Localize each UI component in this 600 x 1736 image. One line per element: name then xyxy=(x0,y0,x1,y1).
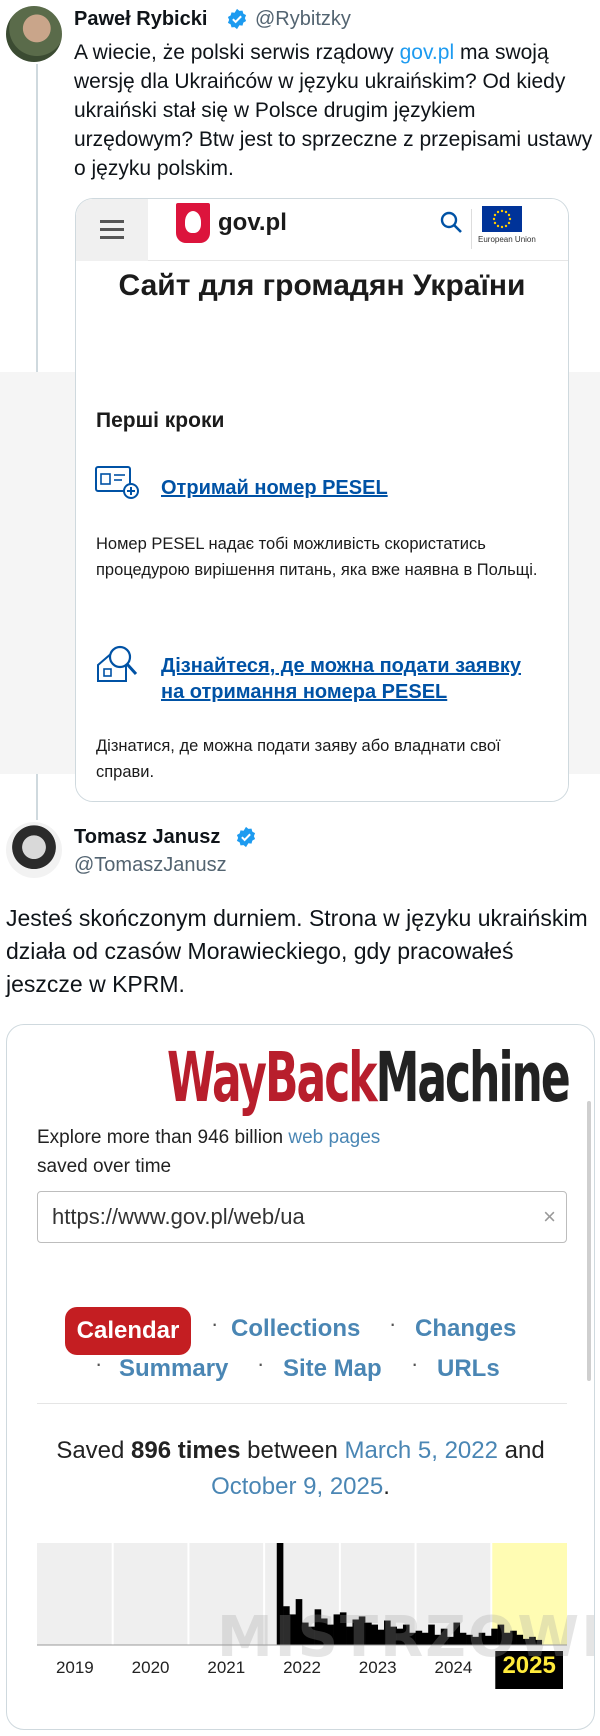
tab-collections[interactable]: Collections xyxy=(231,1315,360,1343)
govpl-header: gov.pl European Union xyxy=(76,199,568,261)
tab-changes[interactable]: Changes xyxy=(415,1315,516,1343)
avatar[interactable] xyxy=(6,822,62,878)
author-handle[interactable]: @TomaszJanusz xyxy=(74,854,227,877)
author-name[interactable]: Tomasz Janusz xyxy=(74,826,220,849)
search-icon[interactable] xyxy=(439,210,463,234)
govpl-screenshot-card[interactable]: gov.pl European Union Сайт для громадян … xyxy=(75,198,569,802)
author-name[interactable]: Paweł Rybicki xyxy=(74,8,207,31)
saved-count: 896 times xyxy=(131,1437,241,1464)
year-column-2019[interactable] xyxy=(37,1543,113,1645)
explore-text: Explore more than 946 billion web pages … xyxy=(37,1123,380,1181)
separator-dot: · xyxy=(411,1351,419,1376)
author-handle[interactable]: @Rybitzky xyxy=(255,8,351,31)
watermark: MISTRZOWIE xyxy=(217,1605,594,1670)
year-label-2019[interactable]: 2019 xyxy=(56,1658,94,1677)
avatar[interactable] xyxy=(6,6,62,62)
year-column-2020[interactable] xyxy=(112,1543,189,1645)
house-search-icon xyxy=(97,645,138,682)
clear-icon[interactable]: × xyxy=(543,1204,556,1230)
tab-calendar[interactable]: Calendar xyxy=(65,1307,191,1355)
wayback-screenshot-card[interactable]: WayBackMachine Explore more than 946 bil… xyxy=(6,1024,595,1730)
wayback-logo[interactable]: WayBackMachine xyxy=(167,1037,571,1118)
description: Номер PESEL надає тобі можливість скорис… xyxy=(96,535,538,579)
tweet-text: A wiecie, że polski serwis rządowy gov.p… xyxy=(74,38,596,183)
scrollbar[interactable] xyxy=(587,1101,591,1381)
separator-dot: · xyxy=(211,1311,219,1336)
explore-text-part: saved over time xyxy=(37,1156,172,1177)
saved-text-part: between xyxy=(240,1437,345,1464)
first-capture-link[interactable]: March 5, 2022 xyxy=(345,1437,498,1464)
separator-dot: · xyxy=(95,1351,103,1376)
saved-summary: Saved 896 times between March 5, 2022 an… xyxy=(7,1433,594,1505)
logo-part: WayBack xyxy=(167,1039,378,1119)
separator-dot: · xyxy=(257,1351,265,1376)
url-search-field[interactable]: × xyxy=(37,1191,567,1243)
eu-flag-icon xyxy=(482,206,522,232)
verified-badge-icon xyxy=(227,8,247,30)
tab-site-map[interactable]: Site Map xyxy=(283,1355,382,1383)
poland-crest-icon xyxy=(176,203,210,243)
menu-icon[interactable] xyxy=(76,199,148,261)
section-heading: Перші кроки xyxy=(96,409,225,432)
verified-badge-icon xyxy=(236,826,256,848)
id-card-icon xyxy=(95,466,139,499)
explore-text-part: Explore more than 946 billion xyxy=(37,1127,289,1148)
tweet-text: Jesteś skończonym durniem. Strona w języ… xyxy=(6,905,588,997)
link-get-pesel[interactable]: Отримай номер PESEL xyxy=(161,475,388,501)
logo-part: Machine xyxy=(375,1039,571,1119)
saved-text-part: and xyxy=(497,1437,545,1464)
separator-dot: · xyxy=(389,1311,397,1336)
tab-summary[interactable]: Summary xyxy=(119,1355,228,1383)
eu-label: European Union xyxy=(478,235,536,244)
saved-text-part: . xyxy=(383,1473,390,1500)
govpl-logo[interactable]: gov.pl xyxy=(218,209,287,237)
last-capture-link[interactable]: October 9, 2025 xyxy=(211,1473,383,1500)
tweet-link[interactable]: gov.pl xyxy=(400,41,454,64)
url-input[interactable] xyxy=(52,1202,512,1232)
divider xyxy=(471,209,472,249)
page-title: Сайт для громадян України xyxy=(118,269,526,302)
saved-text-part: Saved xyxy=(56,1437,132,1464)
tab-urls[interactable]: URLs xyxy=(437,1355,500,1383)
link-where-to-apply[interactable]: Дізнайтеся, де можна подати заявку на от… xyxy=(161,653,541,705)
year-label-2020[interactable]: 2020 xyxy=(132,1658,170,1677)
description: Дізнатися, де можна подати заяву або вла… xyxy=(96,737,501,781)
divider xyxy=(37,1403,567,1404)
tweet-text-part: A wiecie, że polski serwis rządowy xyxy=(74,41,400,64)
web-pages-link[interactable]: web pages xyxy=(288,1127,380,1148)
